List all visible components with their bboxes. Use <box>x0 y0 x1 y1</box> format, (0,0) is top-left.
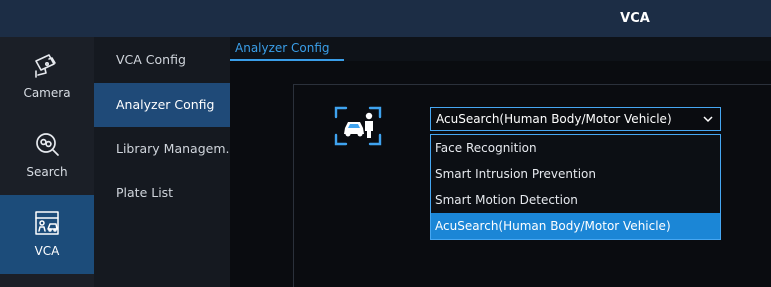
option-face-recognition[interactable]: Face Recognition <box>431 135 720 161</box>
tab-bar: Analyzer Config <box>230 37 771 61</box>
vehicle-person-analyzer-icon <box>334 106 382 146</box>
option-smart-motion-detection[interactable]: Smart Motion Detection <box>431 187 720 213</box>
sub-nav: VCA Config Analyzer Config Library Manag… <box>94 37 230 287</box>
analyzer-type-dropdown: Face Recognition Smart Intrusion Prevent… <box>430 134 721 240</box>
chevron-down-icon <box>703 116 713 123</box>
nav-label-vca: VCA <box>34 244 60 258</box>
subnav-item-vca-config[interactable]: VCA Config <box>94 38 230 82</box>
tab-analyzer-config[interactable]: Analyzer Config <box>230 37 344 61</box>
analyzer-type-value: AcuSearch(Human Body/Motor Vehicle) <box>436 112 672 126</box>
nav-label-camera: Camera <box>23 86 71 100</box>
main-nav: Camera Search VCA <box>0 37 94 287</box>
subnav-item-library-management[interactable]: Library Managem... <box>94 127 230 171</box>
camera-icon <box>35 54 56 78</box>
subnav-item-plate-list[interactable]: Plate List <box>94 171 230 215</box>
subnav-item-analyzer-config[interactable]: Analyzer Config <box>94 83 230 127</box>
vca-icon <box>35 211 59 235</box>
search-icon <box>36 133 59 156</box>
nav-label-search: Search <box>26 165 68 179</box>
window-title: VCA <box>620 11 650 26</box>
nav-item-vca[interactable]: VCA <box>0 195 94 274</box>
title-bar: VCA <box>0 0 771 37</box>
analyzer-type-select[interactable]: AcuSearch(Human Body/Motor Vehicle) <box>430 107 721 131</box>
option-acusearch[interactable]: AcuSearch(Human Body/Motor Vehicle) <box>431 213 720 239</box>
option-smart-intrusion-prevention[interactable]: Smart Intrusion Prevention <box>431 161 720 187</box>
nav-item-search[interactable]: Search <box>0 116 94 195</box>
nav-item-camera[interactable]: Camera <box>0 37 94 116</box>
